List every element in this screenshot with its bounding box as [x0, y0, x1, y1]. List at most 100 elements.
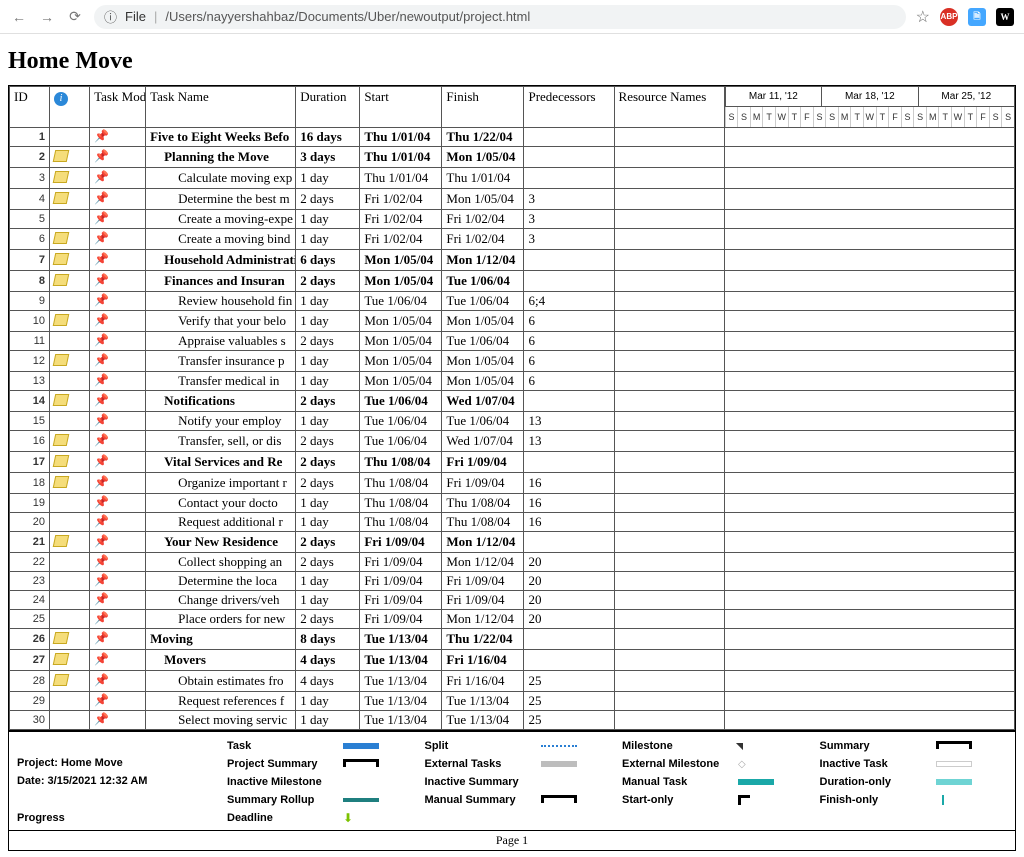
table-row[interactable]: 9📌Review household fin1 dayTue 1/06/04Tu… — [10, 292, 1015, 311]
cell-name[interactable]: Create a moving-expe — [146, 210, 296, 229]
cell-resources[interactable] — [614, 610, 724, 629]
cell-name[interactable]: Obtain estimates fro — [146, 671, 296, 692]
cell-predecessors[interactable] — [524, 650, 614, 671]
cell-duration[interactable]: 1 day — [296, 311, 360, 332]
table-row[interactable]: 25📌Place orders for new2 daysFri 1/09/04… — [10, 610, 1015, 629]
cell-name[interactable]: Verify that your belo — [146, 311, 296, 332]
cell-finish[interactable]: Fri 1/16/04 — [442, 650, 524, 671]
table-row[interactable]: 13📌Transfer medical in1 dayMon 1/05/04Mo… — [10, 372, 1015, 391]
col-finish[interactable]: Finish — [442, 87, 524, 128]
cell-predecessors[interactable]: 6 — [524, 332, 614, 351]
cell-finish[interactable]: Mon 1/05/04 — [442, 372, 524, 391]
cell-duration[interactable]: 2 days — [296, 553, 360, 572]
cell-predecessors[interactable]: 13 — [524, 412, 614, 431]
cell-predecessors[interactable]: 20 — [524, 591, 614, 610]
cell-predecessors[interactable]: 3 — [524, 189, 614, 210]
cell-start[interactable]: Thu 1/08/04 — [360, 473, 442, 494]
cell-start[interactable]: Fri 1/02/04 — [360, 229, 442, 250]
cell-start[interactable]: Thu 1/08/04 — [360, 452, 442, 473]
cell-duration[interactable]: 1 day — [296, 168, 360, 189]
cell-finish[interactable]: Mon 1/12/04 — [442, 610, 524, 629]
cell-resources[interactable] — [614, 292, 724, 311]
wikipedia-icon[interactable]: W — [996, 8, 1014, 26]
cell-finish[interactable]: Tue 1/06/04 — [442, 292, 524, 311]
cell-finish[interactable]: Fri 1/02/04 — [442, 210, 524, 229]
cell-resources[interactable] — [614, 189, 724, 210]
cell-finish[interactable]: Fri 1/09/04 — [442, 452, 524, 473]
cell-predecessors[interactable] — [524, 271, 614, 292]
cell-finish[interactable]: Fri 1/09/04 — [442, 473, 524, 494]
cell-duration[interactable]: 1 day — [296, 711, 360, 730]
cell-finish[interactable]: Wed 1/07/04 — [442, 391, 524, 412]
col-info[interactable]: i — [50, 87, 90, 128]
table-row[interactable]: 20📌Request additional r1 dayThu 1/08/04T… — [10, 513, 1015, 532]
cell-finish[interactable]: Mon 1/12/04 — [442, 532, 524, 553]
cell-duration[interactable]: 1 day — [296, 494, 360, 513]
cell-duration[interactable]: 6 days — [296, 250, 360, 271]
col-id[interactable]: ID — [10, 87, 50, 128]
cell-start[interactable]: Tue 1/13/04 — [360, 629, 442, 650]
cell-duration[interactable]: 1 day — [296, 692, 360, 711]
cell-finish[interactable]: Mon 1/05/04 — [442, 311, 524, 332]
table-row[interactable]: 10📌Verify that your belo1 dayMon 1/05/04… — [10, 311, 1015, 332]
cell-name[interactable]: Appraise valuables s — [146, 332, 296, 351]
cell-predecessors[interactable]: 25 — [524, 692, 614, 711]
cell-start[interactable]: Tue 1/13/04 — [360, 671, 442, 692]
cell-resources[interactable] — [614, 692, 724, 711]
cell-name[interactable]: Your New Residence — [146, 532, 296, 553]
cell-name[interactable]: Moving — [146, 629, 296, 650]
table-row[interactable]: 12📌Transfer insurance p1 dayMon 1/05/04M… — [10, 351, 1015, 372]
cell-name[interactable]: Transfer medical in — [146, 372, 296, 391]
cell-predecessors[interactable]: 25 — [524, 671, 614, 692]
cell-start[interactable]: Tue 1/13/04 — [360, 692, 442, 711]
cell-predecessors[interactable] — [524, 128, 614, 147]
col-mode[interactable]: Task Mode — [90, 87, 146, 128]
cell-name[interactable]: Place orders for new — [146, 610, 296, 629]
cell-duration[interactable]: 4 days — [296, 650, 360, 671]
cell-duration[interactable]: 1 day — [296, 513, 360, 532]
cell-finish[interactable]: Mon 1/05/04 — [442, 147, 524, 168]
cell-duration[interactable]: 4 days — [296, 671, 360, 692]
cell-start[interactable]: Tue 1/06/04 — [360, 412, 442, 431]
cell-predecessors[interactable]: 3 — [524, 229, 614, 250]
cell-name[interactable]: Finances and Insuran — [146, 271, 296, 292]
cell-name[interactable]: Organize important r — [146, 473, 296, 494]
cell-duration[interactable]: 3 days — [296, 147, 360, 168]
cell-finish[interactable]: Fri 1/09/04 — [442, 591, 524, 610]
cell-start[interactable]: Thu 1/01/04 — [360, 168, 442, 189]
cell-name[interactable]: Determine the best m — [146, 189, 296, 210]
cell-start[interactable]: Fri 1/09/04 — [360, 553, 442, 572]
cell-finish[interactable]: Tue 1/13/04 — [442, 692, 524, 711]
cell-start[interactable]: Tue 1/13/04 — [360, 650, 442, 671]
cell-name[interactable]: Five to Eight Weeks Befo — [146, 128, 296, 147]
cell-finish[interactable]: Thu 1/01/04 — [442, 168, 524, 189]
table-row[interactable]: 6📌Create a moving bind1 dayFri 1/02/04Fr… — [10, 229, 1015, 250]
table-row[interactable]: 11📌Appraise valuables s2 daysMon 1/05/04… — [10, 332, 1015, 351]
cell-resources[interactable] — [614, 128, 724, 147]
cell-duration[interactable]: 2 days — [296, 452, 360, 473]
cell-predecessors[interactable]: 16 — [524, 473, 614, 494]
cell-name[interactable]: Household Administrati — [146, 250, 296, 271]
cell-resources[interactable] — [614, 671, 724, 692]
cell-resources[interactable] — [614, 391, 724, 412]
table-row[interactable]: 26📌Moving8 daysTue 1/13/04Thu 1/22/04 — [10, 629, 1015, 650]
cell-predecessors[interactable]: 16 — [524, 494, 614, 513]
cell-finish[interactable]: Mon 1/05/04 — [442, 351, 524, 372]
cell-predecessors[interactable] — [524, 532, 614, 553]
cell-name[interactable]: Notify your employ — [146, 412, 296, 431]
cell-resources[interactable] — [614, 332, 724, 351]
cell-resources[interactable] — [614, 650, 724, 671]
cell-resources[interactable] — [614, 210, 724, 229]
cell-name[interactable]: Select moving servic — [146, 711, 296, 730]
cell-name[interactable]: Determine the loca — [146, 572, 296, 591]
cell-start[interactable]: Thu 1/08/04 — [360, 513, 442, 532]
cell-start[interactable]: Mon 1/05/04 — [360, 332, 442, 351]
cell-name[interactable]: Request references f — [146, 692, 296, 711]
cell-resources[interactable] — [614, 431, 724, 452]
cell-name[interactable]: Contact your docto — [146, 494, 296, 513]
cell-name[interactable]: Vital Services and Re — [146, 452, 296, 473]
cell-duration[interactable]: 1 day — [296, 351, 360, 372]
cell-resources[interactable] — [614, 591, 724, 610]
cell-predecessors[interactable] — [524, 391, 614, 412]
cell-duration[interactable]: 1 day — [296, 591, 360, 610]
